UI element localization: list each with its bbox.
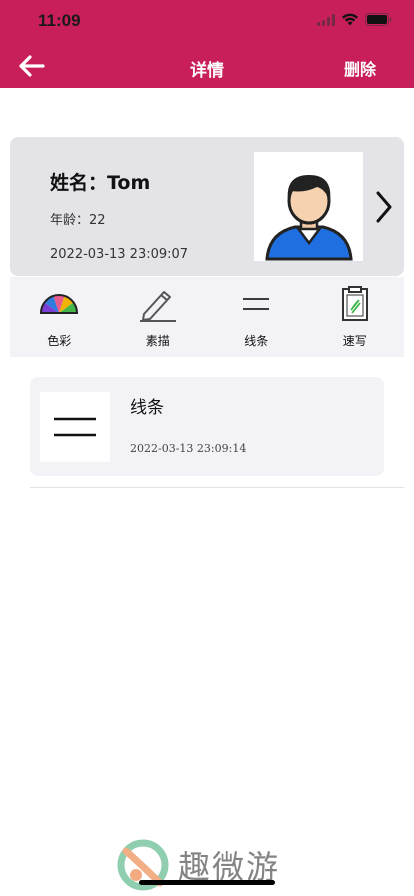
pencil-icon: [138, 284, 178, 324]
divider: [30, 487, 404, 488]
record-title: 线条: [130, 398, 164, 418]
clipboard-icon: [340, 284, 370, 324]
color-wheel-icon: [39, 284, 79, 324]
arrow-left-icon: [19, 55, 45, 77]
lines-icon: [54, 417, 96, 437]
profile-card[interactable]: 姓名：Tom 年龄：22 2022-03-13 23:09:07: [10, 137, 404, 276]
home-indicator: [139, 880, 275, 885]
profile-age: 年龄：22: [50, 213, 106, 228]
status-icons: [317, 13, 392, 26]
chevron-right-icon[interactable]: [372, 187, 396, 227]
record-date: 2022-03-13 23:09:14: [130, 442, 247, 455]
category-label: 素描: [145, 334, 170, 348]
avatar: [254, 152, 363, 261]
battery-icon: [365, 13, 392, 26]
category-bar: 色彩 素描 线条 速写: [10, 277, 404, 357]
user-avatar-icon: [264, 175, 353, 261]
category-label: 线条: [244, 334, 269, 348]
category-sketch[interactable]: 素描: [109, 277, 208, 357]
lines-icon: [241, 284, 271, 324]
category-quicksketch[interactable]: 速写: [306, 277, 405, 357]
record-card[interactable]: 线条 2022-03-13 23:09:14: [30, 377, 384, 476]
signal-icon: [317, 13, 335, 26]
category-color[interactable]: 色彩: [10, 277, 109, 357]
profile-name: 姓名：Tom: [50, 172, 151, 194]
category-lines[interactable]: 线条: [207, 277, 306, 357]
record-thumbnail: [40, 392, 110, 462]
profile-date: 2022-03-13 23:09:07: [50, 247, 189, 262]
category-label: 色彩: [47, 334, 72, 348]
status-bar: 11:09: [0, 0, 414, 44]
back-button[interactable]: [14, 50, 48, 82]
category-label: 速写: [342, 334, 367, 348]
status-time: 11:09: [38, 11, 81, 30]
delete-button[interactable]: 删除: [344, 56, 376, 80]
nav-bar: 详情 删除: [0, 44, 414, 88]
wifi-icon: [341, 13, 359, 26]
